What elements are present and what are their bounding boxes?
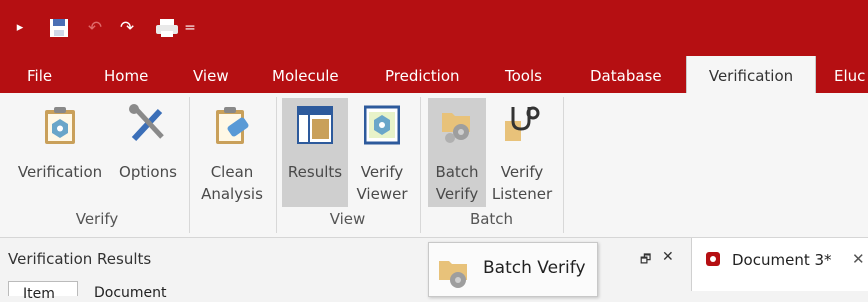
close-pane-icon[interactable]: ✕ — [662, 249, 674, 265]
pane-area: Verification Results Item Document Batch… — [0, 238, 868, 302]
verify-viewer-label-2: Viewer — [356, 185, 408, 203]
results-label: Results — [287, 163, 343, 181]
redo-icon[interactable]: ↷ — [118, 18, 136, 38]
wrench-screwdriver-icon — [128, 103, 168, 151]
batch-verify-label-1: Batch — [435, 163, 479, 181]
verification-button[interactable]: Verification — [12, 93, 108, 205]
verification-clipboard-icon — [43, 105, 77, 151]
batch-verify-button[interactable]: Batch Verify — [428, 98, 486, 207]
batch-verify-tooltip: Batch Verify — [428, 242, 598, 297]
close-document-icon[interactable]: ✕ — [852, 250, 865, 268]
tab-item-label: Item — [23, 286, 55, 302]
ribbon-panel: Verification Options Verify Clean Analys… — [0, 93, 868, 238]
verification-results-title: Verification Results — [8, 250, 152, 268]
group-separator — [563, 97, 564, 233]
group-label-batch: Batch — [469, 210, 514, 228]
ribbon-tab-strip: File Home View Molecule Prediction Tools… — [0, 56, 868, 93]
verify-listener-button[interactable]: Verify Listener — [489, 93, 555, 205]
verify-viewer-label-1: Verify — [360, 163, 404, 181]
verify-viewer-icon — [363, 105, 401, 151]
results-button[interactable]: Results — [282, 98, 348, 207]
group-separator — [189, 97, 190, 233]
stethoscope-icon — [503, 103, 541, 149]
document-tab[interactable]: Document 3* ✕ — [691, 238, 868, 291]
customize-qat-icon[interactable]: = — [184, 18, 196, 38]
undo-icon[interactable]: ↶ — [86, 18, 104, 38]
tab-item[interactable]: Item — [8, 281, 78, 302]
tab-home[interactable]: Home — [104, 56, 148, 93]
document-tab-label: Document 3* — [732, 251, 832, 269]
results-table-icon — [297, 105, 333, 151]
verify-listener-label-2: Listener — [491, 185, 553, 203]
app-logo-icon[interactable]: ▸ — [12, 18, 28, 38]
tab-view[interactable]: View — [193, 56, 229, 93]
group-separator — [420, 97, 421, 233]
group-label-verify: Verify — [75, 210, 119, 228]
batch-verify-label-2: Verify — [435, 185, 479, 203]
verification-label: Verification — [17, 163, 103, 181]
print-icon[interactable] — [154, 18, 180, 38]
document-icon — [706, 252, 720, 266]
tab-document-label: Document — [94, 285, 167, 301]
verify-listener-label-1: Verify — [500, 163, 544, 181]
tab-database[interactable]: Database — [590, 56, 662, 93]
folder-gears-icon — [440, 105, 474, 151]
tab-file[interactable]: File — [27, 56, 52, 93]
tab-document[interactable]: Document — [86, 281, 186, 301]
verify-viewer-button[interactable]: Verify Viewer — [351, 93, 413, 205]
pin-pane-icon[interactable]: 🗗 — [640, 250, 651, 271]
clean-analysis-label-1: Clean — [210, 163, 254, 181]
group-label-view: View — [329, 210, 366, 228]
tab-eluc[interactable]: Eluc — [834, 56, 865, 93]
folder-gears-icon — [437, 253, 471, 297]
tooltip-title: Batch Verify — [483, 258, 586, 278]
tab-tools[interactable]: Tools — [505, 56, 542, 93]
options-label: Options — [119, 163, 177, 181]
tab-prediction[interactable]: Prediction — [385, 56, 460, 93]
clean-analysis-label-2: Analysis — [201, 185, 263, 203]
clean-analysis-button[interactable]: Clean Analysis — [196, 93, 268, 205]
save-icon[interactable] — [48, 18, 70, 38]
tab-verification[interactable]: Verification — [686, 56, 816, 93]
tab-molecule[interactable]: Molecule — [272, 56, 339, 93]
eraser-clipboard-icon — [214, 105, 250, 151]
options-button[interactable]: Options — [114, 93, 182, 205]
quick-access-toolbar: ▸ ↶ ↷ = — [0, 0, 868, 56]
group-separator — [276, 97, 277, 233]
